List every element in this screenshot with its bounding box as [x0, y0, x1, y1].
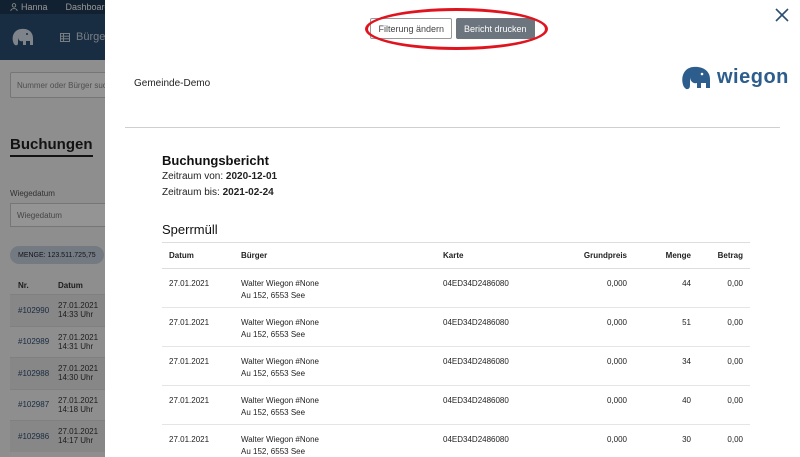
cell-citizen: Walter Wiegon #None Au 152, 6553 See	[234, 346, 436, 386]
cell-citizen: Walter Wiegon #None Au 152, 6553 See	[234, 424, 436, 457]
cell-card: 04ED34D2486080	[436, 268, 546, 308]
cell-date: 27.01.2021	[162, 346, 234, 386]
cell-quantity: 51	[634, 307, 698, 347]
cell-quantity: 40	[634, 385, 698, 425]
column-header-menge: Menge	[634, 242, 698, 269]
period-from-label: Zeitraum von:	[162, 171, 224, 182]
column-header-grundpreis: Grundpreis	[546, 242, 634, 269]
cell-card: 04ED34D2486080	[436, 346, 546, 386]
table-row: 27.01.2021 Walter Wiegon #None Au 152, 65…	[162, 385, 750, 425]
print-report-button[interactable]: Bericht drucken	[456, 18, 535, 39]
table-row: 27.01.2021 Walter Wiegon #None Au 152, 65…	[162, 268, 750, 308]
cell-quantity: 34	[634, 346, 698, 386]
report-title: Buchungsbericht	[162, 153, 269, 168]
table-row: 27.01.2021 Walter Wiegon #None Au 152, 65…	[162, 346, 750, 386]
cell-citizen: Walter Wiegon #None Au 152, 6553 See	[234, 385, 436, 425]
elephant-logo-icon	[682, 66, 710, 90]
close-icon	[775, 8, 789, 22]
cell-base-price: 0,000	[546, 346, 634, 386]
cell-amount: 0,00	[698, 268, 750, 308]
period-to-label: Zeitraum bis:	[162, 187, 220, 198]
column-header-betrag: Betrag	[698, 242, 750, 269]
cell-card: 04ED34D2486080	[436, 385, 546, 425]
cell-date: 27.01.2021	[162, 307, 234, 347]
cell-amount: 0,00	[698, 424, 750, 457]
period-from: Zeitraum von: 2020-12-01	[162, 170, 752, 184]
header-divider	[125, 127, 780, 128]
column-header-karte: Karte	[436, 242, 546, 269]
cell-date: 27.01.2021	[162, 424, 234, 457]
table-row: 27.01.2021 Walter Wiegon #None Au 152, 65…	[162, 424, 750, 457]
cell-card: 04ED34D2486080	[436, 424, 546, 457]
section-title: Sperrmüll	[162, 222, 218, 237]
column-header-buerger: Bürger	[234, 242, 436, 269]
cell-base-price: 0,000	[546, 385, 634, 425]
period-from-value: 2020-12-01	[225, 171, 278, 182]
cell-date: 27.01.2021	[162, 385, 234, 425]
close-button[interactable]	[774, 7, 790, 23]
report-content: Buchungsbericht Zeitraum von: 2020-12-01…	[162, 153, 752, 457]
brand-name: wiegon	[717, 65, 789, 88]
cell-citizen: Walter Wiegon #None Au 152, 6553 See	[234, 268, 436, 308]
cell-base-price: 0,000	[546, 307, 634, 347]
table-row: 27.01.2021 Walter Wiegon #None Au 152, 65…	[162, 307, 750, 347]
cell-base-price: 0,000	[546, 268, 634, 308]
cell-citizen: Walter Wiegon #None Au 152, 6553 See	[234, 307, 436, 347]
cell-quantity: 30	[634, 424, 698, 457]
cell-date: 27.01.2021	[162, 268, 234, 308]
period-to: Zeitraum bis: 2021-02-24	[162, 186, 752, 200]
report-modal: Filterung ändern Bericht drucken Gemeind…	[105, 0, 800, 457]
cell-amount: 0,00	[698, 385, 750, 425]
column-header-datum: Datum	[162, 242, 234, 269]
change-filter-button[interactable]: Filterung ändern	[370, 18, 452, 39]
period-to-value: 2021-02-24	[222, 187, 274, 198]
report-toolbar: Filterung ändern Bericht drucken	[105, 18, 800, 39]
cell-amount: 0,00	[698, 346, 750, 386]
cell-amount: 0,00	[698, 307, 750, 347]
report-table-header: Datum Bürger Karte Grundpreis Menge Betr…	[162, 242, 750, 269]
cell-card: 04ED34D2486080	[436, 307, 546, 347]
cell-base-price: 0,000	[546, 424, 634, 457]
brand-logo: wiegon	[679, 63, 789, 91]
cell-quantity: 44	[634, 268, 698, 308]
report-table: Datum Bürger Karte Grundpreis Menge Betr…	[162, 242, 750, 457]
organization-name: Gemeinde-Demo	[134, 78, 211, 89]
